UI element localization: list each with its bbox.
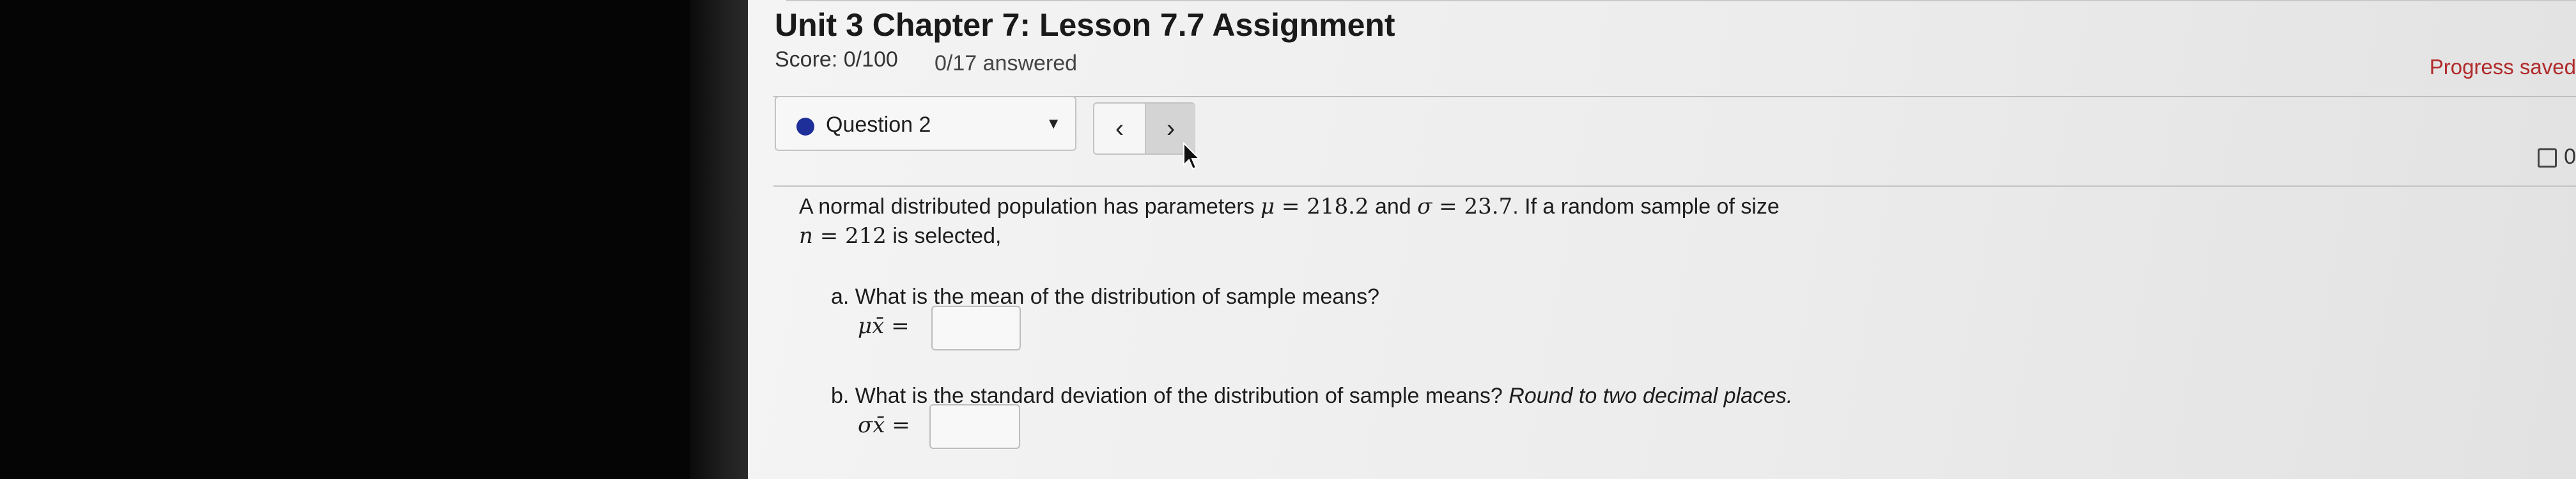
question-status-dot-icon [796, 118, 814, 136]
question-divider [773, 185, 2576, 187]
part-b-instruction: Round to two decimal places. [1509, 384, 1793, 408]
question-nav-group: ‹ › [1093, 102, 1195, 155]
monitor-bezel-left [0, 0, 690, 479]
checkbox-icon[interactable] [2538, 148, 2557, 168]
progress-status: Progress saved [2429, 55, 2576, 79]
previous-question-button[interactable]: ‹ [1094, 104, 1145, 153]
mouse-cursor-icon [1183, 142, 1201, 170]
question-select[interactable]: Question 2 ▼ [775, 96, 1076, 151]
part-a-question: a. What is the mean of the distribution … [831, 285, 1380, 309]
chevron-down-icon: ▼ [1046, 115, 1061, 132]
checked-count: 0 [2564, 145, 2576, 169]
monitor-bezel-edge [690, 0, 748, 479]
problem-statement: A normal distributed population has para… [799, 194, 1780, 249]
top-divider [786, 0, 2576, 1]
page-title: Unit 3 Chapter 7: Lesson 7.7 Assignment [775, 7, 1395, 43]
score-text: Score: 0/100 [775, 47, 898, 72]
part-a-answer-input[interactable] [931, 306, 1021, 350]
assignment-screen: Unit 3 Chapter 7: Lesson 7.7 Assignment … [748, 0, 2576, 479]
part-b-answer-input[interactable] [929, 404, 1020, 449]
part-a-answer-label: μx̄ = [858, 313, 910, 339]
part-b-answer-label: σx̄ = [858, 412, 910, 438]
question-select-label: Question 2 [826, 113, 931, 137]
answered-count: 0/17 answered [935, 51, 1078, 75]
